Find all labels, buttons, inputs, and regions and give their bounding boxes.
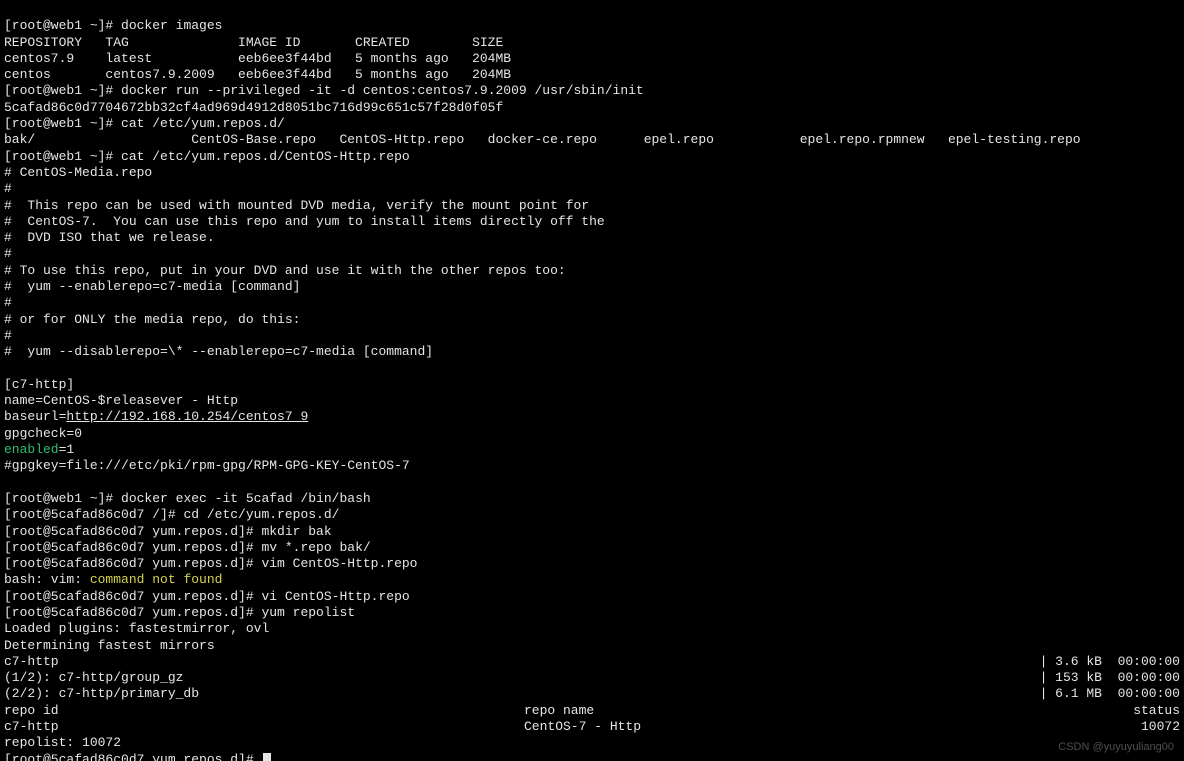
prompt: [root@web1 ~]# [4,491,121,506]
prompt: [root@web1 ~]# [4,83,121,98]
download-row: (2/2): c7-http/primary_db| 6.1 MB 00:00:… [4,686,1180,702]
cmd-text: vim CentOS-Http.repo [261,556,417,571]
prompt: [root@5cafad86c0d7 yum.repos.d]# [4,752,261,761]
file-content: # yum --enablerepo=c7-media [command] [4,279,300,294]
cmd-text: docker run --privileged -it -d centos:ce… [121,83,644,98]
baseurl-link: http://192.168.10.254/centos7_9 [66,409,308,424]
download-row: (1/2): c7-http/group_gz| 153 kB 00:00:00 [4,670,1180,686]
file-content: # [4,246,12,261]
prompt: [root@5cafad86c0d7 yum.repos.d]# [4,605,261,620]
file-content: baseurl=http://192.168.10.254/centos7_9 [4,409,308,424]
cmd-text: vi CentOS-Http.repo [261,589,409,604]
cursor-icon [263,753,271,761]
cmd-text: docker exec -it 5cafad /bin/bash [121,491,371,506]
cmd-text: cat /etc/yum.repos.d/ [121,116,285,131]
terminal-output[interactable]: [root@web1 ~]# docker images REPOSITORY … [0,0,1184,761]
output-line: Loaded plugins: fastestmirror, ovl [4,621,269,636]
prompt: [root@web1 ~]# [4,116,121,131]
prompt: [root@web1 ~]# [4,149,121,164]
file-content: # DVD ISO that we release. [4,230,215,245]
prompt: [root@5cafad86c0d7 yum.repos.d]# [4,556,261,571]
output-line: repolist: 10072 [4,735,121,750]
output-line: Determining fastest mirrors [4,638,215,653]
repolist-row: c7-httpCentOS-7 - Http10072 [4,719,1180,735]
cmd-text: mkdir bak [261,524,331,539]
prompt: [root@5cafad86c0d7 yum.repos.d]# [4,524,261,539]
file-content: # [4,181,12,196]
file-content: # CentOS-7. You can use this repo and yu… [4,214,605,229]
file-content: gpgcheck=0 [4,426,82,441]
cmd-text: mv *.repo bak/ [261,540,370,555]
prompt: [root@5cafad86c0d7 yum.repos.d]# [4,540,261,555]
cmd-text: cat /etc/yum.repos.d/CentOS-Http.repo [121,149,410,164]
table-header: REPOSITORY TAG IMAGE ID CREATED SIZE [4,35,503,50]
table-row: centos centos7.9.2009 eeb6ee3f44bd 5 mon… [4,67,511,82]
file-content: [c7-http] [4,377,74,392]
file-content: # [4,328,12,343]
table-row: centos7.9 latest eeb6ee3f44bd 5 months a… [4,51,511,66]
file-list: bak/ CentOS-Base.repo CentOS-Http.repo d… [4,132,1081,147]
prompt: [root@5cafad86c0d7 /]# [4,507,183,522]
file-content: # CentOS-Media.repo [4,165,152,180]
file-content: # yum --disablerepo=\* --enablerepo=c7-m… [4,344,433,359]
file-content: name=CentOS-$releasever - Http [4,393,238,408]
cmd-text: cd /etc/yum.repos.d/ [183,507,339,522]
file-content: enabled=1 [4,442,74,457]
download-row: c7-http| 3.6 kB 00:00:00 [4,654,1180,670]
file-content: #gpgkey=file:///etc/pki/rpm-gpg/RPM-GPG-… [4,458,410,473]
file-content: # To use this repo, put in your DVD and … [4,263,566,278]
file-content: # This repo can be used with mounted DVD… [4,198,589,213]
cmd-text: docker images [121,18,222,33]
file-content: # [4,295,12,310]
container-id: 5cafad86c0d7704672bb32cf4ad969d4912d8051… [4,100,503,115]
file-content: # or for ONLY the media repo, do this: [4,312,300,327]
error-line: bash: vim: command not found [4,572,222,587]
repolist-header: repo idrepo namestatus [4,703,1180,719]
prompt: [root@5cafad86c0d7 yum.repos.d]# [4,589,261,604]
watermark: CSDN @yuyuyuliang00 [1058,739,1174,755]
prompt: [root@web1 ~]# [4,18,121,33]
cmd-text: yum repolist [261,605,355,620]
